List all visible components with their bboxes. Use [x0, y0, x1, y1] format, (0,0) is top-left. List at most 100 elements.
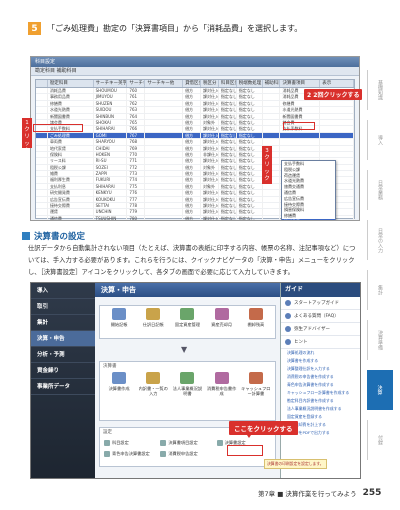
- settings-item[interactable]: 消費税申告設定: [160, 449, 214, 458]
- table-cell[interactable]: [280, 151, 321, 158]
- table-cell: 765: [127, 119, 146, 126]
- table-cell: 地代家賃: [48, 145, 94, 151]
- nav-item[interactable]: 集計: [31, 315, 95, 331]
- table-cell: [145, 209, 184, 215]
- page-footer: 第7章 ■ 決算作業を行ってみよう 255: [258, 488, 381, 498]
- column-header[interactable]: サーチキー数字: [127, 80, 146, 87]
- table-cell: 借方: [183, 88, 201, 94]
- index-tab[interactable]: 日常の入力: [367, 220, 393, 260]
- guide-link[interactable]: 決算整理仕訳を入力する: [281, 365, 360, 373]
- column-header[interactable]: 勘定科目: [48, 80, 94, 87]
- index-tab[interactable]: 導入: [367, 120, 393, 160]
- guide-items: スタートアップガイド よくある質問（FAQ） 弥生アドバイザー ヒント: [281, 297, 360, 349]
- index-tab[interactable]: 日常業務: [367, 170, 393, 210]
- menu-icon-button[interactable]: 固定資産管理: [171, 308, 203, 327]
- dropdown-option[interactable]: 消耗品費: [282, 218, 335, 220]
- settings-item[interactable]: 科目設定: [104, 438, 158, 447]
- column-header[interactable]: 表示: [320, 80, 354, 87]
- column-header[interactable]: 貸借区分: [183, 80, 201, 87]
- guide-item[interactable]: よくある質問（FAQ）: [281, 310, 360, 323]
- table-cell[interactable]: 修繕費: [280, 100, 321, 107]
- menu-icon-label: キャッシュフロー計算書: [241, 386, 271, 396]
- guide-item[interactable]: スタートアップガイド: [281, 297, 360, 310]
- menu-icon-button[interactable]: 内訳書・一覧の入力: [137, 372, 169, 396]
- column-header[interactable]: 税区分: [201, 80, 219, 87]
- menu-icon-label: 消費税申告書作成: [206, 386, 237, 396]
- menu-icon-button[interactable]: 資産売却月: [206, 308, 238, 327]
- index-tab[interactable]: 決算: [367, 370, 393, 410]
- table-cell: 768: [127, 139, 146, 145]
- table-cell: 指定なし: [237, 177, 263, 183]
- section-title: 決算書の設定: [34, 232, 86, 242]
- table-cell: 指定なし: [220, 94, 237, 100]
- menu-icon-button[interactable]: 決算書作成: [103, 372, 135, 396]
- guide-icon: [285, 326, 291, 332]
- guide-link[interactable]: 勘定科目内訳書を作成する: [281, 397, 360, 405]
- table-cell: 借方: [183, 139, 201, 145]
- column-header[interactable]: サーチキー英字: [94, 80, 128, 87]
- table-cell: 課対仕入: [202, 88, 219, 94]
- guide-link[interactable]: 消費税の申告書を作成する: [281, 373, 360, 381]
- column-header[interactable]: 決算書項目: [280, 80, 321, 87]
- nav-item[interactable]: 資金繰り: [31, 363, 95, 379]
- guide-link[interactable]: キャッシュフロー計算書を作成する: [281, 389, 360, 397]
- menu-icon-button[interactable]: 消費税申告書作成: [206, 372, 238, 396]
- column-header[interactable]: 科目区分: [219, 80, 237, 87]
- table-cell[interactable]: [280, 139, 321, 145]
- guide-item[interactable]: 弥生アドバイザー: [281, 323, 360, 336]
- index-tab[interactable]: 基礎知識: [367, 70, 393, 110]
- table-cell: SHOKAI: [94, 119, 128, 126]
- settings-item[interactable]: 決算書項目設定: [160, 438, 214, 447]
- table-cell[interactable]: [280, 132, 321, 139]
- menu-icon-button[interactable]: 仕訳日記帳: [137, 308, 169, 327]
- guide-link[interactable]: 決算書を作成する: [281, 357, 360, 365]
- table-cell: 指定なし: [220, 132, 237, 139]
- table-cell: 767: [127, 132, 146, 139]
- table-cell: [36, 100, 48, 107]
- column-header[interactable]: [36, 80, 48, 87]
- guide-link[interactable]: 青色申告決算書を作成する: [281, 381, 360, 389]
- table-cell: [263, 190, 281, 196]
- guide-link[interactable]: 固定資産を登録する: [281, 413, 360, 421]
- index-tab[interactable]: 決算準備: [367, 320, 393, 360]
- menu-icon-label: 資産売却月: [211, 322, 233, 327]
- table-cell: [36, 139, 48, 145]
- table-cell[interactable]: 水道光熱費: [280, 107, 321, 113]
- column-header[interactable]: サーチキー他: [145, 80, 184, 87]
- table-cell: 773: [127, 171, 146, 177]
- table-cell: 指定なし: [237, 183, 263, 190]
- menu-icon-button[interactable]: 開始記帳: [103, 308, 135, 327]
- table-cell: 772: [127, 164, 146, 171]
- table-cell[interactable]: 新聞図書費: [280, 113, 321, 119]
- table-cell: 指定なし: [220, 177, 237, 183]
- nav-item[interactable]: 導入: [31, 283, 95, 299]
- nav-item[interactable]: 事業所データ: [31, 379, 95, 395]
- table-cell: 課対仕入: [202, 158, 219, 164]
- index-tab[interactable]: 付録: [367, 420, 393, 460]
- table-cell: [145, 88, 184, 94]
- index-tab[interactable]: 集計: [367, 270, 393, 310]
- menu-icon-button[interactable]: キャッシュフロー計算書: [240, 372, 272, 396]
- table-cell: FUKURI: [94, 177, 128, 183]
- menu-icon-button[interactable]: 棚卸残高: [240, 308, 272, 327]
- table-cell: 指定なし: [237, 100, 263, 107]
- nav-item[interactable]: 決算・申告: [31, 331, 95, 347]
- menu-icon-button[interactable]: 法人事業概況説明書: [171, 372, 203, 396]
- nav-item[interactable]: 取引: [31, 299, 95, 315]
- table-cell: 借方: [183, 113, 201, 119]
- table-cell[interactable]: [280, 145, 321, 151]
- table-cell: 指定なし: [237, 196, 263, 203]
- nav-item[interactable]: 分析・予測: [31, 347, 95, 363]
- table-cell: 776: [127, 190, 146, 196]
- settings-item[interactable]: 青色申告決算書設定: [104, 449, 158, 458]
- settlement-item-dropdown[interactable]: 支払手数料 租税公課 荷造運賃 水道光熱費 旅費交通費 通信費 広告宣伝費 接待交際費 損害保険…: [281, 160, 336, 220]
- guide-link[interactable]: 決算処理の流れ: [281, 349, 360, 357]
- guide-item[interactable]: ヒント: [281, 336, 360, 349]
- guide-link[interactable]: 法人事業概況説明書を作成する: [281, 405, 360, 413]
- column-header[interactable]: 補助科目: [263, 80, 281, 87]
- table-cell: ZAPPI: [94, 171, 128, 177]
- column-header[interactable]: 税端数処理: [237, 80, 263, 87]
- table-cell: [145, 139, 184, 145]
- table-cell: 新聞図書費: [48, 113, 94, 119]
- down-arrow-icon: ▼: [181, 345, 188, 354]
